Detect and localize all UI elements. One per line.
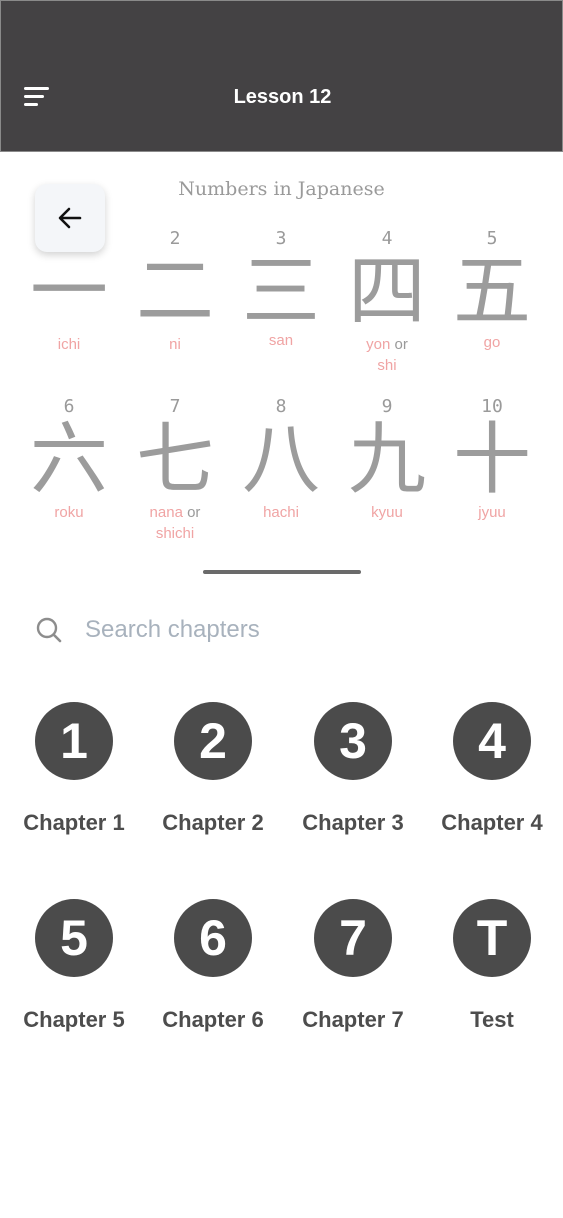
chapter-7-button[interactable]: 7 Chapter 7: [288, 899, 418, 1033]
chapter-label: Chapter 4: [441, 810, 543, 835]
number-item-6: 6 六 roku: [16, 396, 122, 523]
chapter-1-button[interactable]: 1 Chapter 1: [9, 702, 139, 836]
chapter-badge: 6: [174, 899, 252, 977]
romaji-reading: roku: [54, 504, 84, 521]
chapter-badge: 3: [314, 702, 392, 780]
chapter-label: Chapter 2: [162, 810, 264, 835]
number-item-5: 5 五 go: [439, 228, 545, 353]
romaji-reading: hachi: [263, 504, 299, 521]
chapter-badge: 5: [35, 899, 113, 977]
romaji-reading: yon or shi: [366, 336, 408, 374]
number-item-8: 8 八 hachi: [228, 396, 334, 523]
kanji-character: 六: [29, 415, 108, 505]
romaji-reading: ichi: [57, 336, 81, 353]
scroll-handle[interactable]: [203, 570, 361, 574]
number-item-3: 3 三 san: [228, 228, 334, 351]
arrow-left-icon: [58, 207, 82, 229]
chapter-label: Test: [470, 1007, 514, 1032]
chapter-5-button[interactable]: 5 Chapter 5: [9, 899, 139, 1033]
search-input[interactable]: [85, 612, 505, 648]
chapter-badge: 7: [314, 899, 392, 977]
chapter-label: Chapter 7: [302, 1007, 404, 1032]
search-bar: [30, 606, 530, 654]
chapter-badge: 1: [35, 702, 113, 780]
chapter-label: Chapter 1: [23, 810, 125, 835]
kanji-character: 二: [135, 247, 214, 337]
chapter-badge: 2: [174, 702, 252, 780]
chapter-6-button[interactable]: 6 Chapter 6: [148, 899, 278, 1033]
chapter-3-button[interactable]: 3 Chapter 3: [288, 702, 418, 836]
kanji-character: 五: [452, 247, 531, 337]
back-button[interactable]: [35, 184, 105, 252]
kanji-character: 十: [452, 415, 531, 505]
kanji-character: 三: [241, 247, 320, 337]
romaji-reading: ni: [169, 336, 181, 353]
chapter-label: Chapter 5: [23, 1007, 125, 1032]
top-app-bar: Lesson 12: [0, 0, 563, 152]
kanji-character: 一: [29, 247, 108, 337]
number-item-10: 10 十 jyuu: [439, 396, 545, 523]
romaji-reading: kyuu: [371, 504, 403, 521]
chapter-label: Chapter 6: [162, 1007, 264, 1032]
search-icon: [36, 617, 62, 643]
kanji-character: 七: [135, 415, 214, 505]
number-item-7: 7 七 nana or shichi: [122, 396, 228, 544]
kanji-character: 四: [347, 247, 426, 337]
test-button[interactable]: T Test: [427, 899, 557, 1033]
page-title: Lesson 12: [233, 86, 332, 108]
chapter-label: Chapter 3: [302, 810, 404, 835]
romaji-reading: jyuu: [478, 504, 506, 521]
chapter-2-button[interactable]: 2 Chapter 2: [148, 702, 278, 836]
chapter-4-button[interactable]: 4 Chapter 4: [427, 702, 557, 836]
romaji-reading: nana or shichi: [149, 504, 201, 542]
number-item-9: 9 九 kyuu: [334, 396, 440, 523]
chapter-badge: 4: [453, 702, 531, 780]
chapter-badge: T: [453, 899, 531, 977]
number-item-2: 2 二 ni: [122, 228, 228, 355]
kanji-character: 八: [241, 415, 320, 505]
number-item-4: 4 四 yon or shi: [334, 228, 440, 376]
kanji-character: 九: [347, 415, 426, 505]
